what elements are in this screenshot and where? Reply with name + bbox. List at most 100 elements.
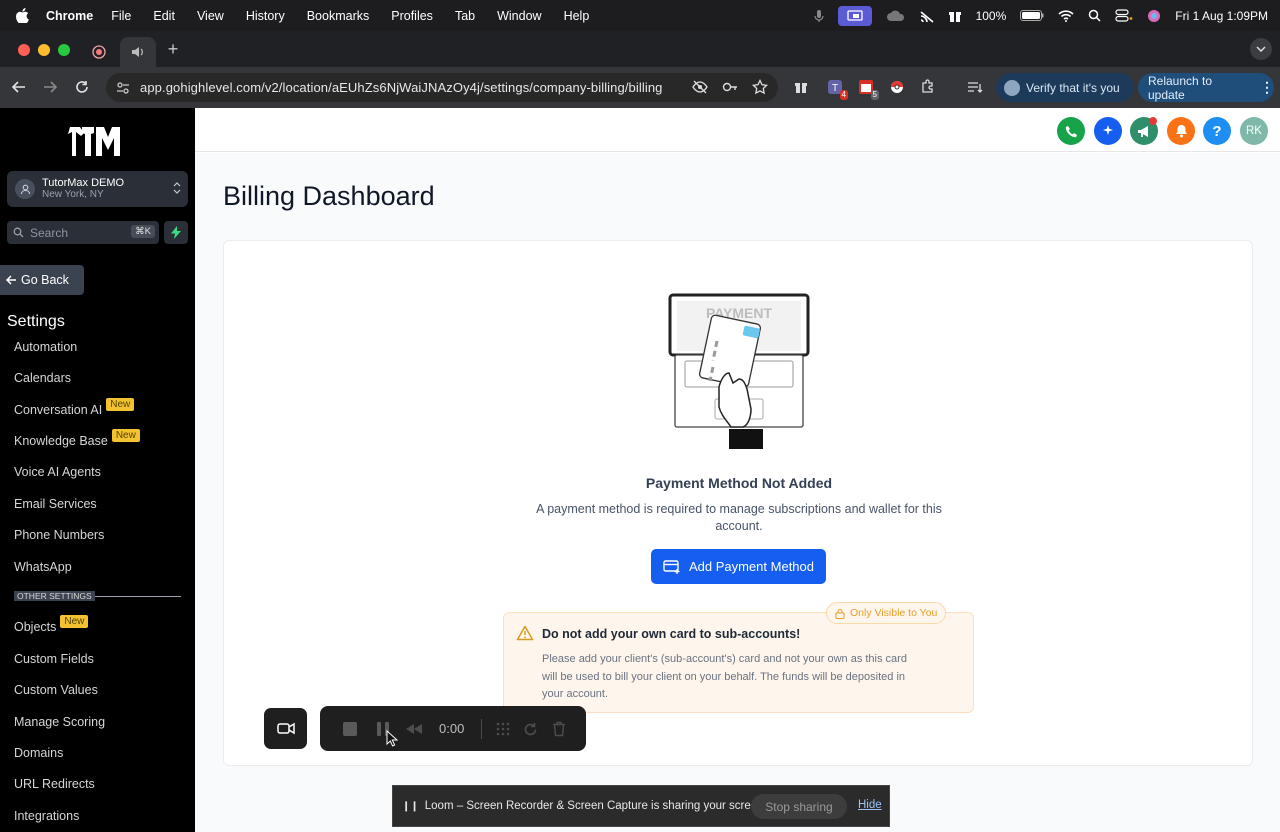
menu-profiles[interactable]: Profiles [391,9,433,23]
site-info-icon[interactable] [116,81,130,94]
stop-sharing-button[interactable]: Stop sharing [751,794,847,819]
profile-avatar [1004,79,1020,96]
menu-edit[interactable]: Edit [153,9,175,23]
key-icon[interactable] [722,79,738,95]
screen-sharing-bar: ❙❙ Loom – Screen Recorder & Screen Captu… [392,785,890,827]
extension-teams-icon[interactable]: T 4 [826,78,848,100]
phone-button[interactable] [1057,117,1085,145]
spotlight-search-icon[interactable] [1088,9,1101,22]
sidebar-item-phone-numbers[interactable]: Phone Numbers [14,528,104,542]
ai-assistant-button[interactable] [1094,117,1122,145]
back-button[interactable] [10,78,28,96]
help-button[interactable]: ? [1203,117,1231,145]
megaphone-icon [1138,125,1148,137]
notifications-button[interactable] [1167,117,1195,145]
new-badge: New [111,429,140,442]
reload-button[interactable] [73,78,91,96]
control-center-icon[interactable] [1115,9,1133,22]
sidebar-item-custom-fields[interactable]: Custom Fields [14,652,94,666]
menu-help[interactable]: Help [564,9,590,23]
sidebar-item-automation[interactable]: Automation [14,340,77,354]
loom-drawing-button[interactable] [493,719,513,739]
only-visible-label: Only Visible to You [850,607,938,619]
sidebar-item-domains[interactable]: Domains [14,746,63,760]
battery-icon[interactable] [1020,10,1044,21]
speaker-icon [132,47,143,57]
user-avatar[interactable]: RK [1240,117,1268,145]
menu-view[interactable]: View [197,9,224,23]
app-logo[interactable] [68,124,128,163]
sidebar-item-label: Custom Values [14,683,98,697]
sidebar-item-voice-ai-agents[interactable]: Voice AI Agents [14,465,101,479]
more-vertical-icon[interactable]: ⋮ [1260,79,1274,96]
sidebar-item-email-services[interactable]: Email Services [14,497,97,511]
sidebar-item-label: Custom Fields [14,652,94,666]
clock-datetime[interactable]: Fri 1 Aug 1:09PM [1175,9,1268,23]
extension-calendar-icon[interactable]: 5 [857,78,879,100]
hide-sharing-bar-link[interactable]: Hide [858,799,882,811]
sidebar-search-input[interactable]: Search ⌘K [7,221,159,244]
minimize-window-button[interactable] [38,44,50,56]
relaunch-label: Relaunch to update [1148,73,1213,102]
loom-stop-button[interactable] [340,719,360,739]
tab-search-button[interactable] [1250,38,1272,60]
menu-history[interactable]: History [246,9,285,23]
star-icon[interactable] [752,79,768,95]
loom-rewind-button[interactable] [404,719,424,739]
new-badge: New [106,398,135,411]
tab-recording[interactable] [82,37,116,67]
extensions-puzzle-icon[interactable] [919,78,937,96]
close-window-button[interactable] [18,44,30,56]
new-tab-button[interactable]: + [163,39,183,60]
sidebar-item-conversation-ai[interactable]: Conversation AI New [14,398,135,418]
loom-camera-toggle[interactable] [264,708,307,749]
pause-icon: ❙❙ [402,800,419,812]
menu-bookmarks[interactable]: Bookmarks [307,9,370,23]
eye-off-icon[interactable] [692,79,708,95]
microphone-icon[interactable] [813,9,824,23]
account-name: TutorMax DEMO [42,177,125,189]
cloud-icon[interactable] [886,10,906,22]
verify-identity-button[interactable]: Verify that it's you [996,73,1134,102]
sidebar-item-label: URL Redirects [14,777,95,791]
forward-button[interactable] [41,78,59,96]
account-switcher[interactable]: TutorMax DEMO New York, NY [7,171,188,207]
cast-icon[interactable] [920,9,934,23]
tab-active-audio[interactable] [120,37,156,67]
quick-actions-button[interactable] [164,221,188,244]
sidebar-item-knowledge-base[interactable]: Knowledge Base New [14,429,140,449]
siri-icon[interactable] [1147,9,1161,23]
sidebar-item-integrations[interactable]: Integrations [14,809,79,823]
sidebar-item-label: Knowledge Base [14,434,108,448]
screen-share-icon[interactable] [837,5,872,26]
reading-list-icon[interactable] [966,78,984,96]
sidebar-item-url-redirects[interactable]: URL Redirects [14,777,95,791]
billing-empty-card: PAYMENT Payment Method Not Added A payme… [223,240,1253,766]
zoom-window-button[interactable] [58,44,70,56]
empty-state-title: Payment Method Not Added [645,475,833,491]
extension-gift-icon[interactable] [792,78,810,96]
app-header: ? RK [195,108,1280,152]
menu-window[interactable]: Window [497,9,541,23]
loom-delete-button[interactable] [549,719,569,739]
sidebar-item-manage-scoring[interactable]: Manage Scoring [14,715,105,729]
announcements-button[interactable] [1130,117,1158,145]
menu-tab[interactable]: Tab [455,9,475,23]
chevron-up-down-icon [173,180,181,201]
address-bar[interactable]: app.gohighlevel.com/v2/location/aEUhZs6N… [106,73,778,102]
sidebar-item-whatsapp[interactable]: WhatsApp [14,560,72,574]
apple-icon[interactable] [14,8,30,23]
menu-app-name[interactable]: Chrome [46,9,93,23]
window-controls [18,44,70,56]
relaunch-update-button[interactable]: Relaunch to update ⋮ [1138,73,1274,102]
add-payment-method-button[interactable]: Add Payment Method [651,549,826,584]
menu-file[interactable]: File [111,9,131,23]
extension-pokeball-icon[interactable] [888,78,906,96]
go-back-button[interactable]: Go Back [0,265,84,295]
sidebar-item-calendars[interactable]: Calendars [14,371,71,385]
sidebar-item-custom-values[interactable]: Custom Values [14,683,98,697]
loom-restart-button[interactable] [520,719,540,739]
gift-icon[interactable] [948,9,962,23]
wifi-icon[interactable] [1058,9,1074,22]
sidebar-item-objects[interactable]: Objects New [14,615,89,635]
